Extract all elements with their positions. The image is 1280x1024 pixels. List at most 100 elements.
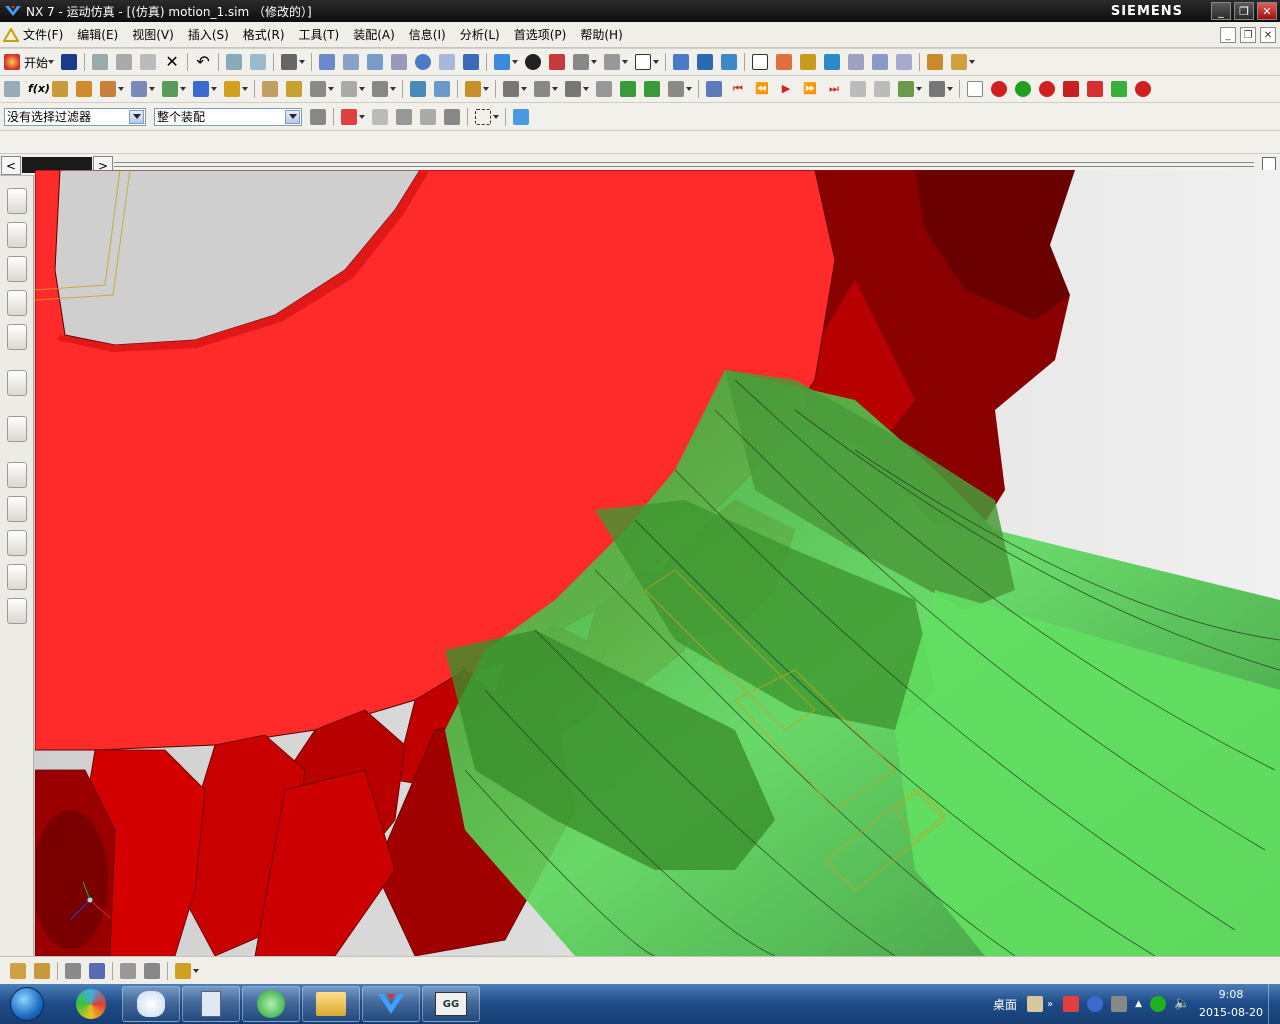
rendering-style-icon[interactable]	[525, 54, 542, 70]
tray-app-icon[interactable]	[1063, 996, 1080, 1012]
menu-edit[interactable]: 编辑(E)	[70, 26, 125, 43]
reuse-library-icon[interactable]	[7, 324, 27, 350]
motion-navigator-icon[interactable]	[7, 290, 27, 316]
delete-icon[interactable]: ✕	[164, 54, 180, 70]
roles-icon[interactable]	[7, 564, 27, 590]
link-icon[interactable]	[848, 54, 865, 70]
solve-icon[interactable]	[434, 81, 450, 97]
chevron-down-icon[interactable]	[285, 109, 300, 124]
doc-minimize-button[interactable]: _	[1220, 27, 1236, 43]
doc-close-button[interactable]: ✕	[1260, 27, 1276, 43]
constraint-navigator-icon[interactable]	[7, 222, 27, 248]
menu-assembly[interactable]: 装配(A)	[346, 26, 402, 43]
driver-icon[interactable]	[896, 54, 913, 70]
toolbar-expand-icon[interactable]: »	[1047, 999, 1053, 1010]
loop-icon[interactable]	[668, 81, 684, 97]
type-filter-select[interactable]: 没有选择过滤器	[4, 107, 146, 126]
reposition-icon[interactable]	[144, 962, 160, 979]
mate-icon[interactable]	[89, 962, 105, 979]
open-part-icon[interactable]	[34, 962, 50, 979]
security-icon[interactable]	[1150, 996, 1166, 1012]
pan-icon[interactable]	[439, 54, 456, 70]
help-icon[interactable]	[1087, 996, 1104, 1012]
exploded-view-icon[interactable]	[175, 962, 191, 979]
playback-mode-icon[interactable]	[898, 81, 914, 97]
filter-settings-icon[interactable]	[310, 108, 326, 125]
green-gear-icon[interactable]	[1015, 81, 1031, 97]
constraint-icon[interactable]	[872, 54, 889, 70]
wcs-icon[interactable]	[673, 54, 690, 70]
red-sprocket-icon[interactable]	[1039, 81, 1055, 97]
sensor-icon[interactable]	[286, 81, 302, 97]
step-forward-icon[interactable]	[644, 81, 660, 97]
chain-icon[interactable]	[1135, 81, 1151, 97]
menu-help[interactable]: 帮助(H)	[573, 26, 629, 43]
wireframe-icon[interactable]	[573, 54, 590, 70]
add-component-icon[interactable]	[65, 962, 81, 979]
desktop-toolbar-label[interactable]: 桌面	[993, 996, 1017, 1013]
point-icon[interactable]	[776, 54, 793, 70]
stop-icon[interactable]	[874, 81, 890, 97]
maximize-viewport-icon[interactable]	[1262, 157, 1276, 171]
process-studio-icon[interactable]	[7, 530, 27, 556]
animation-icon[interactable]	[503, 81, 519, 97]
new-part-icon[interactable]	[10, 962, 26, 979]
marker-icon[interactable]	[951, 54, 968, 70]
start-icon[interactable]	[4, 54, 20, 70]
magnify-icon[interactable]	[391, 54, 408, 70]
fast-forward-icon[interactable]: ⏭	[826, 81, 842, 97]
interference-icon[interactable]	[310, 81, 326, 97]
cylinder-icon[interactable]	[1063, 81, 1079, 97]
menu-insert[interactable]: 插入(S)	[181, 26, 236, 43]
cut-icon[interactable]	[92, 54, 109, 70]
doc-restore-button[interactable]: ❐	[1240, 27, 1256, 43]
history-icon[interactable]	[7, 462, 27, 488]
graph-icon[interactable]	[534, 81, 550, 97]
clock[interactable]: 9:08 2015-08-20	[1194, 986, 1268, 1022]
menu-tools[interactable]: 工具(T)	[292, 26, 347, 43]
close-button[interactable]: ✕	[1257, 2, 1277, 20]
rectangle-select-icon[interactable]	[475, 108, 491, 125]
zoom-icon[interactable]	[343, 54, 360, 70]
paste-icon[interactable]	[140, 54, 157, 70]
background-icon[interactable]	[635, 54, 652, 70]
rewind-icon[interactable]: ⏮	[730, 81, 746, 97]
solution-icon[interactable]	[410, 81, 426, 97]
solid-select-icon[interactable]	[513, 108, 529, 125]
play-icon[interactable]: ▶	[778, 81, 794, 97]
palette-icon[interactable]	[7, 416, 27, 442]
start-button[interactable]	[4, 985, 50, 1023]
step-back-frame-icon[interactable]: ⏪	[754, 81, 770, 97]
green-link-icon[interactable]	[1111, 81, 1127, 97]
taskbar-browser[interactable]	[242, 986, 300, 1022]
fit-icon[interactable]	[319, 54, 336, 70]
step-back-icon[interactable]	[620, 81, 636, 97]
snap-point-icon[interactable]	[341, 108, 357, 125]
deselect-icon[interactable]	[420, 108, 436, 125]
volume-icon[interactable]: 🔈	[1174, 996, 1190, 1012]
repeat-command-icon[interactable]	[226, 54, 243, 70]
chevron-down-icon[interactable]	[129, 109, 144, 124]
pause-icon[interactable]	[850, 81, 866, 97]
menu-format[interactable]: 格式(R)	[236, 26, 292, 43]
shaded-icon[interactable]	[549, 54, 566, 70]
torque-icon[interactable]	[224, 81, 240, 97]
web-browser-icon[interactable]	[7, 370, 27, 396]
spreadsheet-icon[interactable]	[565, 81, 581, 97]
taskbar-app-360[interactable]	[62, 986, 120, 1022]
step-forward-frame-icon[interactable]: ⏩	[802, 81, 818, 97]
contact-icon[interactable]	[162, 81, 178, 97]
export-movie-icon[interactable]	[929, 81, 945, 97]
zoom-in-out-icon[interactable]	[367, 54, 384, 70]
taskbar-paint[interactable]	[122, 986, 180, 1022]
wcs-rotate-icon[interactable]	[721, 54, 738, 70]
menu-analysis[interactable]: 分析(L)	[453, 26, 507, 43]
motion-icon[interactable]	[800, 54, 817, 70]
minimize-button[interactable]: _	[1211, 2, 1231, 20]
link-body-icon[interactable]	[52, 81, 68, 97]
measure-icon[interactable]	[927, 54, 944, 70]
graphics-window[interactable]	[35, 170, 1280, 956]
revolute-joint-icon[interactable]	[76, 81, 92, 97]
touch-mode-icon[interactable]	[250, 54, 267, 70]
articulation-icon[interactable]	[465, 81, 481, 97]
